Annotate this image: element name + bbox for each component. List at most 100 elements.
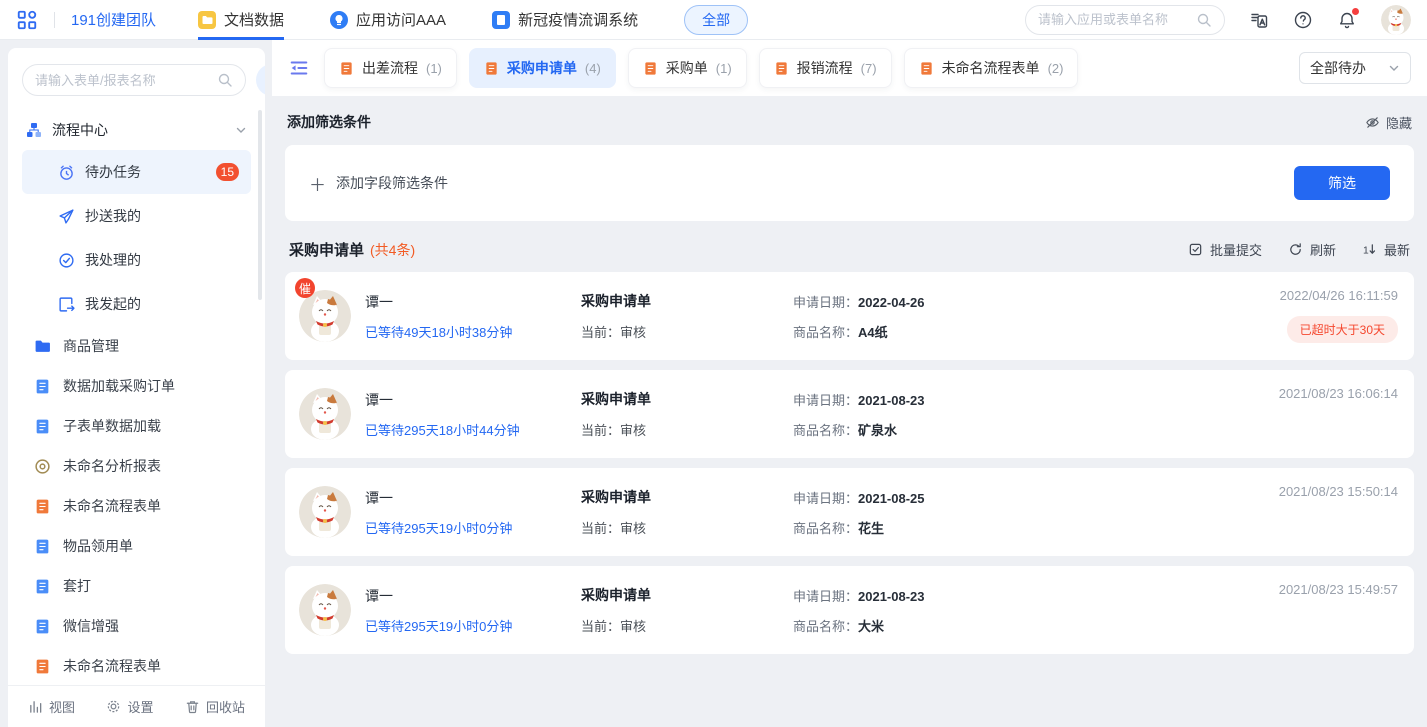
- apply-date: 2021-08-23: [858, 589, 925, 604]
- waiting-duration-link[interactable]: 已等待295天19小时0分钟: [365, 518, 581, 537]
- sidebar-link-unnamed-flow-form-2[interactable]: 未命名流程表单: [22, 646, 251, 686]
- form-icon: [34, 418, 51, 435]
- sidebar: + 流程中心 待办任务 15 抄送我的 我处理的: [8, 48, 265, 727]
- flow-form-icon: [774, 61, 789, 76]
- check-circle-icon: [58, 252, 75, 269]
- search-icon: [217, 72, 233, 88]
- global-search-input[interactable]: [1038, 12, 1188, 27]
- sidebar-link-print-template[interactable]: 套打: [22, 566, 251, 606]
- task-card[interactable]: 谭一 已等待295天19小时0分钟 采购申请单 当前：审核 申请日期：2021-…: [285, 468, 1414, 556]
- gear-icon: [106, 699, 121, 714]
- item-name: 花生: [858, 521, 884, 536]
- task-card[interactable]: 谭一 已等待295天18小时44分钟 采购申请单 当前：审核 申请日期：2021…: [285, 370, 1414, 458]
- refresh-icon: [1288, 242, 1303, 257]
- form-title: 采购申请单: [581, 389, 793, 409]
- tab-purchase-order[interactable]: 采购单 (1): [628, 48, 747, 88]
- batch-check-icon: [1188, 242, 1203, 257]
- trash-icon: [185, 699, 200, 714]
- applicant-name: 谭一: [365, 488, 581, 508]
- sort-latest-button[interactable]: 1 最新: [1362, 240, 1410, 259]
- flow-form-icon: [484, 61, 499, 76]
- sidebar-link-wechat-enhance[interactable]: 微信增强: [22, 606, 251, 646]
- topbar-tab-app-access[interactable]: 应用访问AAA: [330, 0, 446, 40]
- translate-icon[interactable]: [1249, 10, 1269, 30]
- global-search[interactable]: [1025, 5, 1225, 35]
- sidebar-link-unnamed-report[interactable]: 未命名分析报表: [22, 446, 251, 486]
- current-step: 当前：审核: [581, 420, 793, 439]
- task-card[interactable]: 谭一 已等待295天19小时0分钟 采购申请单 当前：审核 申请日期：2021-…: [285, 566, 1414, 654]
- form-title: 采购申请单: [581, 291, 793, 311]
- eye-off-icon: [1365, 115, 1380, 130]
- flow-form-icon: [919, 61, 934, 76]
- sidebar-link-subform-data-load[interactable]: 子表单数据加载: [22, 406, 251, 446]
- views-button[interactable]: 视图: [28, 697, 75, 716]
- tab-reimburse-flow[interactable]: 报销流程 (7): [759, 48, 892, 88]
- main-area: 出差流程 (1) 采购申请单 (4) 采购单 (1) 报销流程 (7) 未命名流…: [272, 40, 1427, 727]
- search-icon: [1196, 12, 1212, 28]
- urge-badge: 催: [295, 278, 315, 298]
- notification-dot: [1352, 8, 1359, 15]
- tab-unnamed-flow-form[interactable]: 未命名流程表单 (2): [904, 48, 1079, 88]
- sidebar-link-item-requisition[interactable]: 物品领用单: [22, 526, 251, 566]
- topbar-tab-covid-system[interactable]: 新冠疫情流调系统: [492, 0, 638, 40]
- applicant-name: 谭一: [365, 292, 581, 312]
- tab-purchase-request[interactable]: 采购申请单 (4): [469, 48, 616, 88]
- task-card[interactable]: 催 谭一 已等待49天18小时38分钟 采购申请单 当前：审核 申: [285, 272, 1414, 360]
- sidebar-group-process-center[interactable]: 流程中心: [26, 116, 247, 144]
- sidebar-search[interactable]: [22, 64, 246, 96]
- team-link[interactable]: 191创建团队: [71, 9, 156, 30]
- tab-business-trip-flow[interactable]: 出差流程 (1): [324, 48, 457, 88]
- batch-submit-button[interactable]: 批量提交: [1188, 240, 1262, 259]
- sidebar-scrollbar[interactable]: [258, 110, 262, 300]
- waiting-duration-link[interactable]: 已等待49天18小时38分钟: [365, 322, 581, 341]
- waiting-duration-link[interactable]: 已等待295天19小时0分钟: [365, 616, 581, 635]
- item-name: 大米: [858, 619, 884, 634]
- form-title: 采购申请单: [581, 487, 793, 507]
- refresh-button[interactable]: 刷新: [1288, 240, 1336, 259]
- add-field-condition-button[interactable]: ＋ 添加字段筛选条件: [309, 171, 448, 196]
- sidebar-item-handled-by-me[interactable]: 我处理的: [22, 238, 251, 282]
- flow-form-icon: [339, 61, 354, 76]
- filter-button[interactable]: 筛选: [1294, 166, 1390, 200]
- recycle-bin-button[interactable]: 回收站: [185, 697, 245, 716]
- sidebar-item-started-by-me[interactable]: 我发起的: [22, 282, 251, 326]
- sidebar-search-input[interactable]: [35, 73, 211, 88]
- help-icon[interactable]: [1293, 10, 1313, 30]
- alarm-clock-icon: [58, 164, 75, 181]
- filter-section-title: 添加筛选条件: [287, 112, 371, 132]
- sort-icon: 1: [1362, 242, 1377, 257]
- sidebar-item-todo-tasks[interactable]: 待办任务 15: [22, 150, 251, 194]
- current-step: 当前：审核: [581, 322, 793, 341]
- sidebar-item-cc-to-me[interactable]: 抄送我的: [22, 194, 251, 238]
- user-avatar[interactable]: [1381, 5, 1411, 35]
- apply-date: 2021-08-23: [858, 393, 925, 408]
- form-title: 采购申请单: [581, 585, 793, 605]
- sidebar-link-goods-mgmt[interactable]: 商品管理: [22, 326, 251, 366]
- main-content: 添加筛选条件 隐藏 ＋ 添加字段筛选条件 筛选 采购申请单 (共4条): [272, 96, 1427, 654]
- sidebar-link-unnamed-flow-form-1[interactable]: 未命名流程表单: [22, 486, 251, 526]
- settings-button[interactable]: 设置: [106, 697, 153, 716]
- submit-timestamp: 2021/08/23 16:06:14: [1279, 386, 1398, 401]
- form-icon: [34, 378, 51, 395]
- add-button[interactable]: +: [256, 64, 265, 96]
- apply-date: 2022-04-26: [858, 295, 925, 310]
- waiting-duration-link[interactable]: 已等待295天18小时44分钟: [365, 420, 581, 439]
- sidebar-footer: 视图 设置 回收站: [8, 685, 265, 727]
- notifications-bell-icon[interactable]: [1337, 10, 1357, 30]
- flow-form-icon: [643, 61, 658, 76]
- doc-data-icon: [198, 11, 216, 29]
- plus-icon: ＋: [309, 171, 326, 196]
- app-grid-icon[interactable]: [16, 9, 38, 31]
- hide-filters-button[interactable]: 隐藏: [1365, 113, 1412, 132]
- report-target-icon: [34, 458, 51, 475]
- sidebar-link-data-load-po[interactable]: 数据加载采购订单: [22, 366, 251, 406]
- scope-select[interactable]: 全部待办: [1299, 52, 1411, 84]
- collapse-sidebar-icon[interactable]: [288, 57, 310, 79]
- todo-count-badge: 15: [216, 163, 239, 181]
- avatar: [299, 486, 351, 538]
- item-name: A4纸: [858, 325, 888, 340]
- submit-timestamp: 2021/08/23 15:50:14: [1279, 484, 1398, 499]
- topbar-tab-docs[interactable]: 文档数据: [198, 0, 284, 40]
- submit-timestamp: 2022/04/26 16:11:59: [1280, 288, 1398, 303]
- all-apps-pill[interactable]: 全部: [684, 5, 748, 35]
